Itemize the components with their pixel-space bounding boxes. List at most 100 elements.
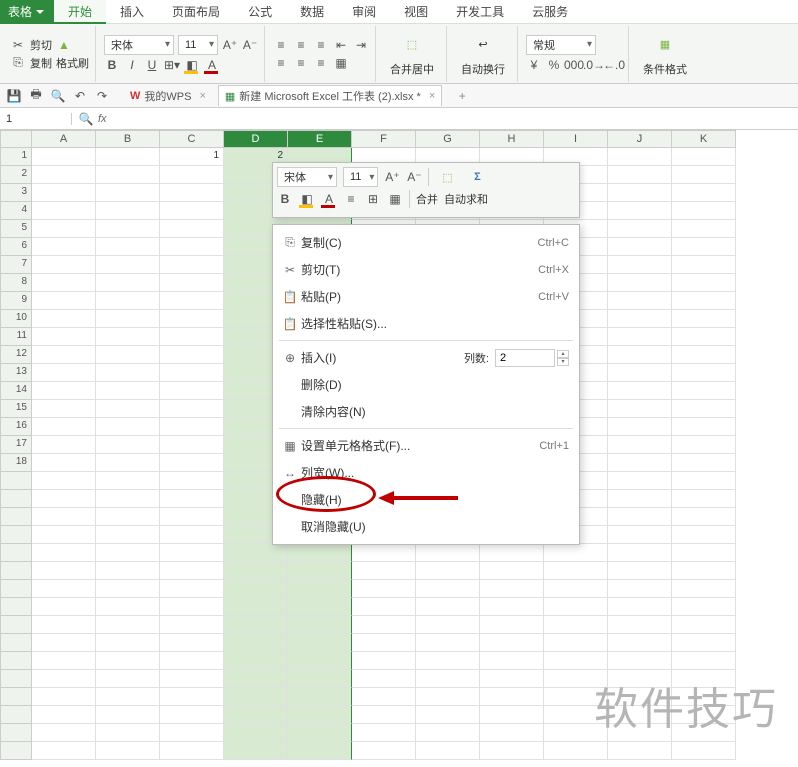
col-header[interactable]: G (416, 130, 480, 148)
col-header[interactable]: B (96, 130, 160, 148)
row-header[interactable] (0, 724, 32, 742)
tab-formula[interactable]: 公式 (234, 0, 286, 24)
cell[interactable] (96, 724, 160, 742)
cell[interactable] (32, 220, 96, 238)
close-icon[interactable]: × (199, 90, 205, 102)
cell[interactable] (288, 634, 352, 652)
cell[interactable] (608, 634, 672, 652)
cell[interactable] (480, 742, 544, 760)
cell[interactable] (32, 328, 96, 346)
cell[interactable] (672, 238, 736, 256)
cell[interactable] (96, 166, 160, 184)
cell[interactable] (608, 742, 672, 760)
cell[interactable] (672, 580, 736, 598)
font-color-button[interactable]: A (321, 191, 337, 207)
cell[interactable] (32, 382, 96, 400)
align-bot-icon[interactable]: ≡ (313, 37, 329, 53)
cell[interactable] (480, 688, 544, 706)
cell[interactable] (480, 724, 544, 742)
cell[interactable] (160, 580, 224, 598)
cell[interactable] (160, 400, 224, 418)
row-header[interactable]: 6 (0, 238, 32, 256)
ctx-paste-special[interactable]: 📋 选择性粘贴(S)... (273, 310, 579, 337)
cell[interactable] (224, 580, 288, 598)
border-button[interactable]: ⊞▾ (164, 57, 180, 73)
cell[interactable] (96, 562, 160, 580)
cut-label[interactable]: 剪切 (30, 37, 52, 53)
tab-data[interactable]: 数据 (286, 0, 338, 24)
cell[interactable] (96, 706, 160, 724)
cell[interactable] (608, 346, 672, 364)
col-header[interactable]: F (352, 130, 416, 148)
search-icon[interactable]: 🔍 (78, 111, 94, 127)
ctx-format-cells[interactable]: ▦ 设置单元格格式(F)... Ctrl+1 (273, 432, 579, 459)
ctx-paste[interactable]: 📋 粘贴(P) Ctrl+V (273, 283, 579, 310)
cell[interactable] (288, 652, 352, 670)
spinner[interactable]: ▴▾ (557, 350, 569, 366)
cell[interactable] (32, 562, 96, 580)
col-header[interactable]: J (608, 130, 672, 148)
cell[interactable] (96, 202, 160, 220)
cell[interactable] (352, 688, 416, 706)
cell[interactable] (288, 598, 352, 616)
row-header[interactable] (0, 562, 32, 580)
cell[interactable] (160, 274, 224, 292)
cell[interactable] (288, 706, 352, 724)
row-header[interactable]: 10 (0, 310, 32, 328)
row-header[interactable]: 8 (0, 274, 32, 292)
cell[interactable] (96, 148, 160, 166)
ctx-unhide[interactable]: 取消隐藏(U) (273, 513, 579, 540)
cell[interactable] (96, 292, 160, 310)
cell[interactable] (96, 256, 160, 274)
mini-autosum-label[interactable]: 自动求和 (444, 191, 488, 207)
cell[interactable] (32, 472, 96, 490)
cell[interactable] (224, 598, 288, 616)
cell[interactable] (160, 688, 224, 706)
cell[interactable] (608, 436, 672, 454)
cell[interactable] (160, 166, 224, 184)
cell[interactable] (160, 382, 224, 400)
cell[interactable] (32, 310, 96, 328)
row-header[interactable]: 15 (0, 400, 32, 418)
app-button[interactable]: 表格 (0, 0, 54, 24)
cell[interactable] (672, 202, 736, 220)
cell[interactable] (480, 562, 544, 580)
col-header[interactable]: I (544, 130, 608, 148)
indent-inc-icon[interactable]: ⇥ (353, 37, 369, 53)
cell[interactable] (32, 670, 96, 688)
cell[interactable] (352, 544, 416, 562)
cell[interactable] (608, 310, 672, 328)
cell[interactable] (544, 598, 608, 616)
cell[interactable] (608, 598, 672, 616)
cell[interactable] (672, 256, 736, 274)
row-header[interactable] (0, 652, 32, 670)
indent-dec-icon[interactable]: ⇤ (333, 37, 349, 53)
row-header[interactable]: 18 (0, 454, 32, 472)
shrink-font-icon[interactable]: A⁻ (242, 37, 258, 53)
cell[interactable] (32, 400, 96, 418)
cell[interactable] (672, 382, 736, 400)
cell[interactable] (352, 706, 416, 724)
cell[interactable] (352, 562, 416, 580)
currency-icon[interactable]: ¥ (526, 57, 542, 73)
row-header[interactable]: 12 (0, 346, 32, 364)
save-icon[interactable]: 💾 (6, 88, 22, 104)
cell[interactable] (160, 670, 224, 688)
align-mid-icon[interactable]: ≡ (293, 37, 309, 53)
cell[interactable] (352, 670, 416, 688)
cell[interactable] (416, 742, 480, 760)
cell[interactable] (672, 328, 736, 346)
cell[interactable] (416, 598, 480, 616)
cell[interactable] (352, 634, 416, 652)
tab-review[interactable]: 审阅 (338, 0, 390, 24)
cell[interactable] (672, 292, 736, 310)
cell[interactable] (672, 616, 736, 634)
cell[interactable] (160, 292, 224, 310)
border-icon[interactable]: ⊞ (365, 191, 381, 207)
select-all-corner[interactable] (0, 130, 32, 148)
cell[interactable] (224, 670, 288, 688)
cell[interactable] (224, 706, 288, 724)
cell[interactable] (32, 292, 96, 310)
cell[interactable] (96, 580, 160, 598)
cell[interactable] (160, 526, 224, 544)
